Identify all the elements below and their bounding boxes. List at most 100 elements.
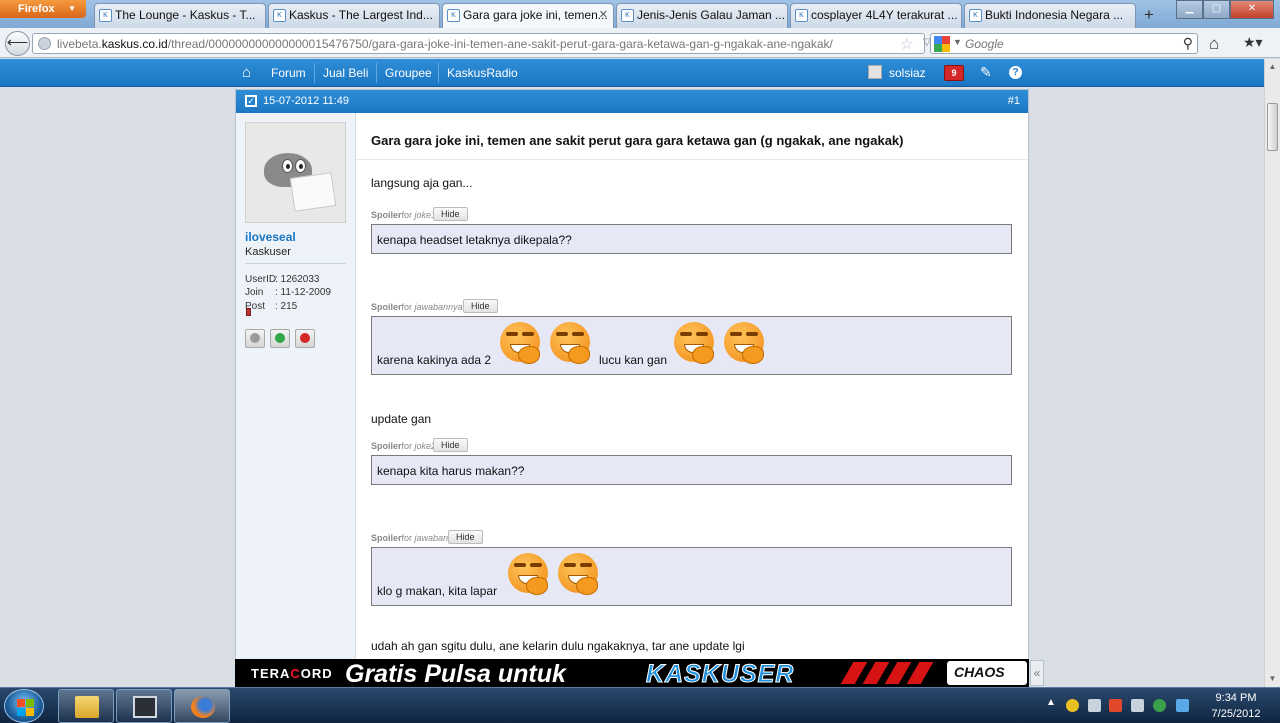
firefox-menu-button[interactable]: Firefox ▼ [0, 0, 86, 18]
home-icon[interactable]: ⌂ [1209, 34, 1219, 54]
maximize-icon[interactable]: ▢ [1203, 0, 1230, 19]
pencil-icon[interactable]: ✎ [980, 64, 992, 81]
spoiler-label: Spoilerfor joke2: [371, 441, 439, 451]
taskbar-media-player[interactable] [116, 689, 172, 723]
profile-button[interactable] [245, 329, 265, 348]
spoiler-box: kenapa kita harus makan?? [371, 455, 1012, 485]
chrome-tray-icon[interactable] [1153, 699, 1166, 712]
help-icon[interactable]: ? [1009, 66, 1022, 79]
spoiler-for: for [401, 441, 413, 451]
post-text: langsung aja gan... [371, 176, 473, 190]
globe-icon [38, 37, 51, 50]
author-name[interactable]: iloveseal [245, 230, 296, 244]
chevron-up-icon[interactable]: ▲ [1046, 697, 1056, 708]
browser-tab[interactable]: K cosplayer 4L4Y terakurat ... [790, 3, 962, 28]
address-bar[interactable]: livebeta.kaskus.co.id/thread/00000000000… [32, 33, 951, 54]
spoiler-text: klo g makan, kita lapar [377, 584, 498, 598]
author-panel: iloveseal Kaskuser UserID: 1262033 Join:… [236, 113, 356, 659]
tray-app-icon[interactable] [1109, 699, 1122, 712]
start-button[interactable] [4, 689, 44, 723]
scroll-down-icon[interactable]: ▼ [1265, 671, 1280, 687]
kaskus-icon: K [99, 9, 112, 22]
taskbar-explorer[interactable] [58, 689, 114, 723]
close-icon[interactable]: ✕ [599, 4, 608, 26]
notification-badge[interactable]: 9 [944, 65, 964, 81]
clock-date: 7/25/2012 [1211, 708, 1261, 720]
spoiler-hide-button[interactable]: Hide [433, 438, 468, 452]
spoiler-label: Spoilerfor jawaban: [371, 533, 451, 543]
minimize-icon[interactable]: ▁ [1176, 0, 1203, 19]
laughing-emoticon [722, 322, 768, 366]
post-body: Gara gara joke ini, temen ane sakit peru… [356, 113, 1028, 659]
back-button[interactable]: ⟵ [5, 31, 30, 56]
window-controls: ▁ ▢ ✕ [1176, 0, 1274, 19]
spoiler-box: kenapa headset letaknya dikepala?? [371, 224, 1012, 254]
google-icon[interactable] [934, 36, 950, 52]
media-player-icon [133, 696, 157, 718]
author-avatar[interactable] [245, 122, 346, 223]
nav-jual-beli[interactable]: Jual Beli [323, 66, 368, 80]
reputation-bar [246, 308, 251, 316]
spoiler-text: kenapa headset letaknya dikepala?? [377, 233, 572, 247]
page-scrollbar[interactable]: ▲ ▼ [1264, 59, 1280, 687]
laughing-emoticon [498, 322, 544, 366]
tray-app-icon[interactable] [1066, 699, 1079, 712]
spoiler-hide-button[interactable]: Hide [463, 299, 498, 313]
folder-icon [75, 696, 99, 718]
info-value: : 215 [275, 301, 298, 312]
search-icon[interactable]: ⚲ [1183, 35, 1193, 52]
banner-collapse-button[interactable]: « [1030, 660, 1044, 686]
avatar[interactable] [868, 65, 882, 79]
bookmarks-icon[interactable]: ★▾ [1243, 34, 1263, 51]
tab-label: Kaskus - The Largest Ind... [289, 8, 433, 22]
tab-label: The Lounge - Kaskus - T... [115, 8, 256, 22]
browser-tab[interactable]: K Bukti Indonesia Negara ... [964, 3, 1136, 28]
site-username[interactable]: solsiaz [889, 66, 926, 80]
home-icon[interactable]: ⌂ [242, 64, 251, 81]
info-label: Join [245, 287, 264, 298]
checkbox-icon[interactable]: ✓ [245, 95, 257, 107]
taskbar-firefox[interactable] [174, 689, 230, 723]
new-tab-button[interactable]: + [1138, 5, 1160, 25]
nav-kaskusradio[interactable]: KaskusRadio [447, 66, 518, 80]
nav-groupee[interactable]: Groupee [385, 66, 432, 80]
give-reputation-button[interactable] [270, 329, 290, 348]
nav-divider [438, 63, 439, 83]
url-prefix: livebeta. [57, 37, 102, 51]
report-button[interactable] [295, 329, 315, 348]
windows-logo-icon [26, 699, 34, 707]
post-number-link[interactable]: #1 [1008, 95, 1020, 107]
author-info-row: Join: 11-12-2009 [245, 287, 331, 298]
scroll-up-icon[interactable]: ▲ [1265, 59, 1280, 75]
browser-tab[interactable]: K Jenis-Jenis Galau Jaman ... [616, 3, 788, 28]
spoiler-hide-button[interactable]: Hide [433, 207, 468, 221]
scroll-thumb[interactable] [1267, 103, 1278, 151]
kaskus-icon: K [795, 9, 808, 22]
volume-icon[interactable] [1088, 699, 1101, 712]
browser-tab-active[interactable]: K Gara gara joke ini, temen... ✕ [442, 3, 614, 28]
info-value: : 1262033 [275, 274, 320, 285]
search-bar[interactable]: ▼ Google ⚲ [930, 33, 1198, 54]
browser-tab-strip: Firefox ▼ K The Lounge - Kaskus - T... K… [0, 0, 1280, 28]
kaskus-icon: K [621, 9, 634, 22]
chaos-logo: CHAOS [947, 661, 1027, 685]
ad-banner[interactable]: TERACORD Gratis Pulsa untuk KASKUSER CHA… [235, 659, 1029, 687]
close-window-icon[interactable]: ✕ [1230, 0, 1274, 19]
chevron-right-icon [906, 662, 934, 684]
taskbar-clock[interactable]: 9:34 PM 7/25/2012 [1198, 690, 1274, 722]
post-header: ✓ 15-07-2012 11:49 #1 [236, 90, 1028, 113]
network-icon[interactable] [1131, 699, 1144, 712]
bookmark-star-icon[interactable]: ☆ [900, 35, 913, 53]
banner-brand-mid: C [290, 666, 301, 681]
tray-app-icon[interactable] [1176, 699, 1189, 712]
user-icon [250, 333, 260, 343]
tab-label: Gara gara joke ini, temen... [463, 8, 608, 22]
browser-tab[interactable]: K Kaskus - The Largest Ind... [268, 3, 440, 28]
spoiler-hide-button[interactable]: Hide [448, 530, 483, 544]
spoiler-word: Spoiler [371, 302, 402, 312]
site-navbar: ⌂ Forum Jual Beli Groupee KaskusRadio so… [0, 59, 1264, 87]
url-domain: kaskus.co.id [101, 37, 168, 51]
browser-tab[interactable]: K The Lounge - Kaskus - T... [94, 3, 266, 28]
nav-forum[interactable]: Forum [271, 66, 306, 80]
chevron-down-icon[interactable]: ▼ [953, 37, 962, 47]
